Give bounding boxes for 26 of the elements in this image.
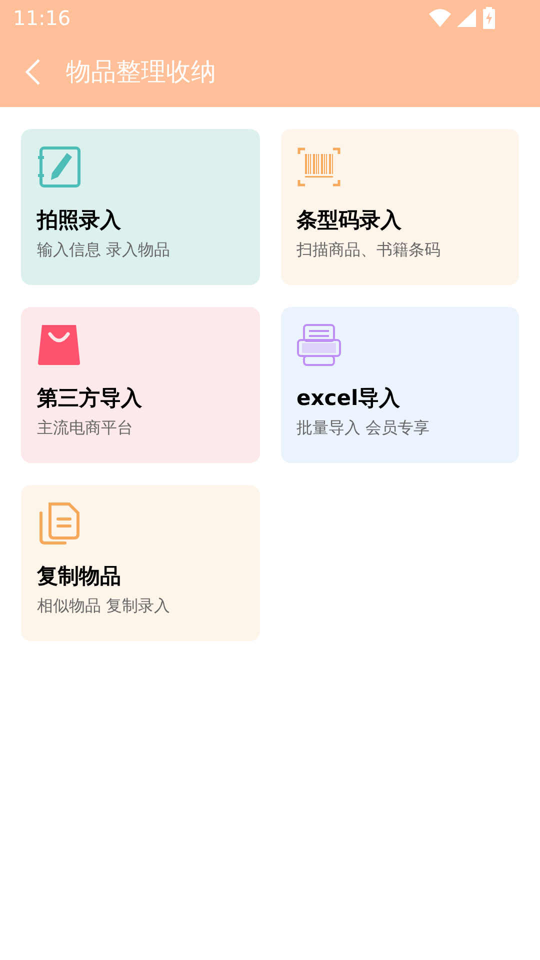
back-icon xyxy=(25,58,41,86)
card-title: excel导入 xyxy=(296,385,400,412)
shopping-bag-icon xyxy=(37,323,81,367)
import-option-card[interactable]: 条型码录入 扫描商品、书籍条码 xyxy=(280,129,519,285)
import-option-card[interactable]: excel导入 批量导入 会员专享 xyxy=(280,307,519,463)
battery-icon xyxy=(483,7,495,29)
card-subtitle: 主流电商平台 xyxy=(37,417,133,439)
card-title: 条型码录入 xyxy=(296,207,402,234)
import-option-card[interactable]: 第三方导入 主流电商平台 xyxy=(21,307,260,463)
page-title: 物品整理收纳 xyxy=(66,56,216,88)
pencil-notebook-icon xyxy=(37,145,81,189)
wifi-icon xyxy=(429,8,451,28)
import-option-card[interactable]: 复制物品 相似物品 复制录入 xyxy=(21,485,260,641)
card-title: 第三方导入 xyxy=(37,385,142,412)
card-subtitle: 相似物品 复制录入 xyxy=(37,595,170,617)
card-subtitle: 批量导入 会员专享 xyxy=(296,417,430,439)
printer-icon xyxy=(296,323,340,367)
clock: 11:16 xyxy=(13,5,71,32)
card-title: 复制物品 xyxy=(37,563,121,590)
card-title: 拍照录入 xyxy=(37,207,121,234)
copy-icon xyxy=(37,501,81,545)
import-option-card[interactable]: 拍照录入 输入信息 录入物品 xyxy=(21,129,260,285)
card-subtitle: 输入信息 录入物品 xyxy=(37,239,170,261)
card-subtitle: 扫描商品、书籍条码 xyxy=(296,239,440,261)
barcode-icon xyxy=(296,145,340,189)
signal-icon xyxy=(457,8,477,28)
